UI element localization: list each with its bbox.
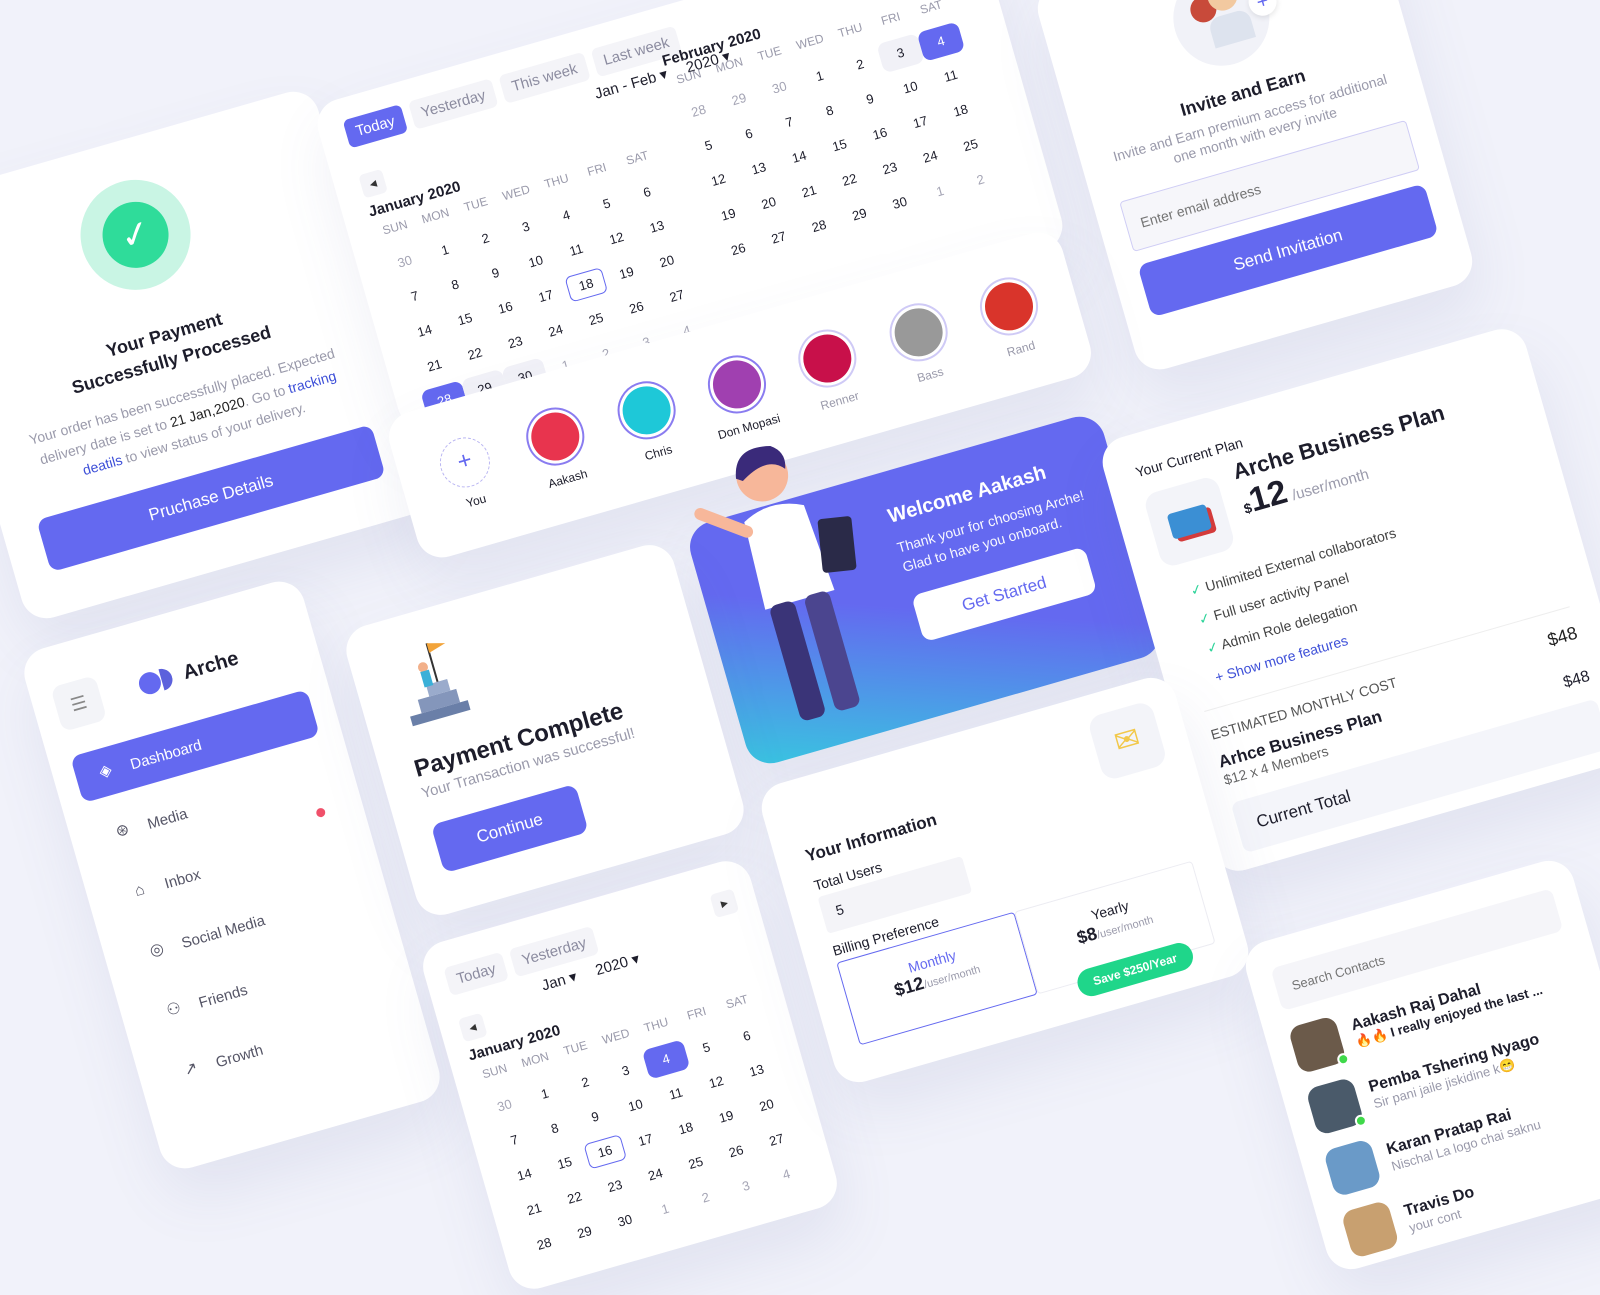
avatar: [1322, 1138, 1383, 1198]
check-icon: ✓: [1204, 637, 1221, 657]
check-circle-icon: ✓: [67, 166, 204, 303]
tab-this-week[interactable]: This week: [498, 51, 591, 104]
avatar: [1340, 1199, 1400, 1260]
line-item-value: $48: [1561, 667, 1592, 692]
weekday-label: FRI: [879, 9, 902, 29]
weekday-label: FRI: [585, 160, 609, 179]
avatar: [610, 374, 683, 447]
weekday-label: MON: [519, 1048, 551, 1071]
invite-card: + Invite and Earn Invite and Earn premiu…: [1031, 0, 1479, 376]
weekday-label: TUE: [561, 1037, 589, 1059]
day-cell[interactable]: 20: [742, 1085, 791, 1125]
invite-illustration: +: [1162, 0, 1281, 78]
add-story-icon[interactable]: +: [434, 431, 496, 494]
weekday-label: SUN: [380, 217, 410, 238]
brand-logo-icon: [136, 666, 177, 697]
day-cell[interactable]: 20: [643, 241, 692, 281]
payment-complete-card: Payment Complete Your Transaction was su…: [340, 538, 750, 922]
avatar: [519, 400, 592, 473]
january-grid: SUN MON TUE WED THU FRI SAT 30 1 2 3 4 5 6 7 8 9 10 11 12 13…: [473, 988, 817, 1265]
avatar: [701, 348, 773, 421]
story-aakash[interactable]: Aakash: [504, 396, 613, 498]
trending-up-icon: ↗: [182, 1059, 200, 1080]
year-select[interactable]: 2020 ▾: [593, 949, 642, 979]
day-cell[interactable]: 25: [946, 125, 995, 165]
avatar: [882, 296, 955, 369]
weekday-label: THU: [836, 20, 865, 41]
day-cell[interactable]: 6: [623, 172, 672, 212]
weekday-label: SAT: [624, 148, 650, 168]
day-cell[interactable]: 11: [927, 56, 976, 96]
save-badge: Save $250/Year: [1074, 939, 1197, 1000]
lifebuoy-icon: ⊛: [113, 820, 132, 841]
prev-month-button[interactable]: ◀: [358, 168, 388, 199]
day-cell[interactable]: 13: [633, 207, 682, 247]
day-cell[interactable]: 4: [762, 1155, 811, 1195]
weekday-label: SUN: [674, 66, 703, 87]
day-cell[interactable]: 18: [936, 91, 985, 131]
brand-name: Arche: [180, 646, 241, 684]
weekday-label: SUN: [480, 1060, 509, 1082]
weekday-label: TUE: [756, 43, 784, 64]
inbox-icon: ⌂: [132, 881, 147, 901]
weekday-label: FRI: [685, 1003, 708, 1023]
online-indicator: [1353, 1113, 1369, 1129]
tab-today[interactable]: Today: [443, 951, 510, 997]
online-indicator: [1335, 1051, 1351, 1067]
continue-button[interactable]: Continue: [430, 783, 589, 874]
check-icon: ✓: [1196, 609, 1213, 628]
day-selected[interactable]: 4: [916, 21, 966, 62]
day-cell[interactable]: 13: [732, 1051, 781, 1091]
weekday-label: WED: [794, 31, 826, 53]
tab-today[interactable]: Today: [342, 104, 409, 149]
layers-icon: ◈: [97, 761, 114, 782]
weekday-label: MON: [419, 205, 451, 227]
billing-option-monthly[interactable]: Monthly $12/user/month: [836, 911, 1038, 1046]
flag-summit-illustration: [410, 643, 471, 727]
tab-yesterday[interactable]: Yesterday: [407, 78, 499, 130]
weekday-label: SAT: [724, 991, 750, 1012]
avatar: [791, 322, 864, 395]
credit-card-icon: [1142, 474, 1237, 569]
prev-month-button[interactable]: ◀: [457, 1012, 488, 1043]
weekday-label: WED: [600, 1025, 632, 1048]
story-rand[interactable]: Rand: [958, 266, 1067, 368]
day-cell[interactable]: 6: [723, 1016, 772, 1056]
story-bass[interactable]: Bass: [867, 292, 976, 394]
users-icon: ⚇: [164, 999, 184, 1020]
day-cell[interactable]: 27: [653, 276, 702, 316]
next-month-button[interactable]: ▶: [709, 888, 740, 918]
billing-option-yearly[interactable]: Yearly $8/user/month Save $250/Year: [1014, 860, 1216, 1000]
weekday-label: MON: [713, 54, 745, 76]
estimate-value: $48: [1545, 622, 1580, 651]
plus-icon: +: [1213, 667, 1226, 686]
story-you[interactable]: + You: [415, 426, 521, 520]
weekday-label: THU: [642, 1014, 670, 1035]
avatar: [1305, 1076, 1369, 1137]
contacts-card: Aakash Raj Dahal🔥🔥 I really enjoyed the …: [1239, 854, 1600, 1276]
day-cell[interactable]: 27: [752, 1120, 801, 1160]
single-calendar-card: Today Yesterday ▶ Jan ▾ 2020 ▾ ◀ January…: [416, 855, 844, 1295]
story-renner[interactable]: Renner: [776, 318, 885, 420]
add-icon[interactable]: +: [1245, 0, 1280, 20]
notification-dot: [315, 807, 327, 819]
day-cell[interactable]: 2: [956, 160, 1005, 200]
avatar: [1287, 1015, 1351, 1075]
weekday-label: WED: [500, 182, 532, 204]
check-icon: ✓: [1188, 580, 1205, 599]
menu-icon[interactable]: ☰: [50, 675, 108, 733]
weekday-label: THU: [542, 170, 571, 192]
weekday-label: TUE: [462, 194, 490, 215]
month-select[interactable]: Jan ▾: [540, 967, 579, 994]
avatar: [972, 270, 1045, 343]
instagram-icon: ◎: [147, 940, 166, 961]
